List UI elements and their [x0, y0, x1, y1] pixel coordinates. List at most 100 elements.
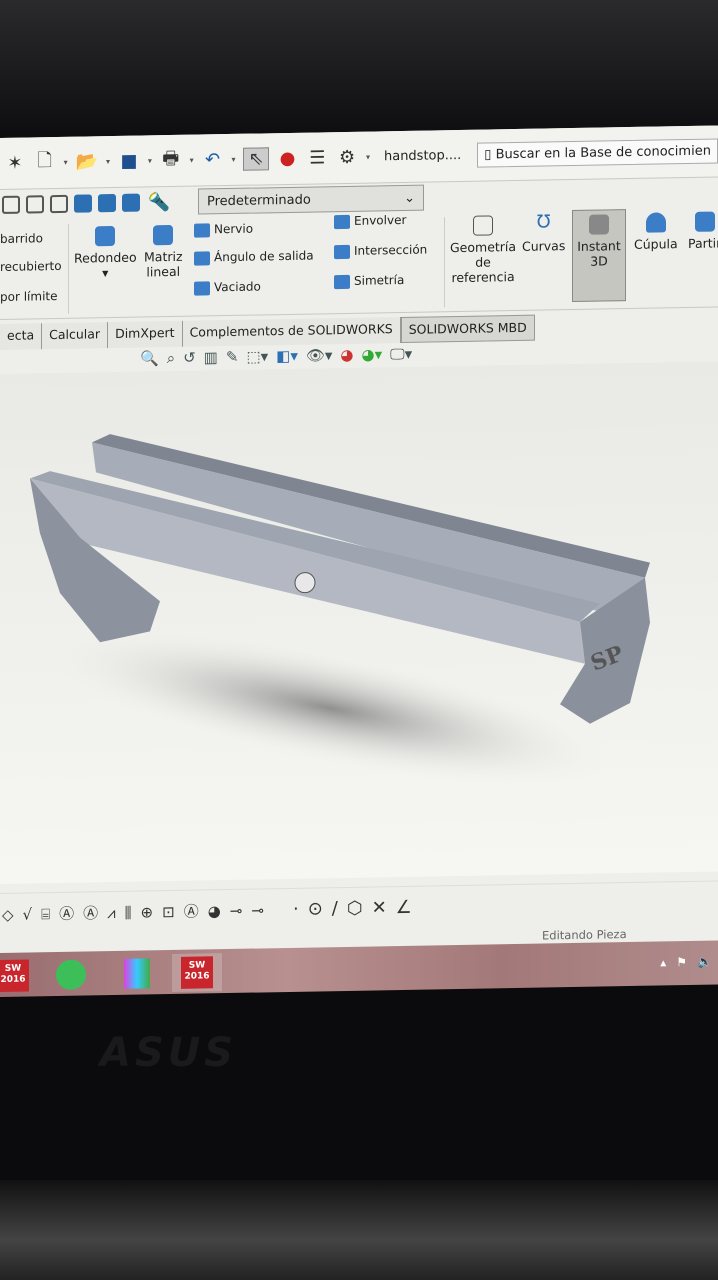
print-icon[interactable]: 🖶	[160, 145, 182, 175]
dropdown-arrow-icon[interactable]: ▾	[106, 157, 110, 166]
point-icon[interactable]: ·	[293, 899, 299, 920]
dynamic-annotation-icon[interactable]: ✎	[226, 348, 239, 366]
undo-icon[interactable]: ↶	[202, 149, 224, 170]
recubierto-button[interactable]: recubierto	[0, 259, 62, 274]
knowledge-base-search[interactable]: ▯ Buscar en la Base de conocimien	[477, 138, 718, 168]
dropdown-arrow-icon[interactable]: ▾	[231, 155, 235, 164]
linear-pattern-icon	[153, 224, 174, 246]
show-hidden-icons-chevron-icon[interactable]: ▴	[660, 955, 666, 969]
envolver-button[interactable]: Envolver	[334, 213, 406, 229]
partir-button[interactable]: Partir	[688, 211, 718, 251]
section-view-icon[interactable]: ▥	[204, 348, 218, 366]
dropdown-arrow-icon[interactable]: ▾	[190, 156, 194, 165]
line-icon[interactable]: ∕	[332, 898, 338, 919]
hidden-lines-visible-icon[interactable]	[26, 195, 44, 214]
pin-symbol-icon[interactable]: ⊸	[251, 901, 264, 919]
curves-icon: Ʊ	[536, 211, 551, 233]
note-icon[interactable]: Ⓐ	[59, 903, 74, 924]
weld-symbol-icon[interactable]: ⌸	[41, 905, 50, 923]
tab-complementos[interactable]: Complementos de SOLIDWORKS	[182, 317, 401, 347]
view-orientation-icon[interactable]: ⬚▾	[246, 347, 268, 365]
graphics-area[interactable]: SP	[0, 361, 718, 884]
wireframe-view-icon[interactable]	[2, 195, 20, 214]
open-folder-icon[interactable]: 📂	[76, 151, 98, 172]
zoom-to-area-icon[interactable]: ⌕	[167, 349, 175, 367]
display-style-icon[interactable]: ◧▾	[276, 347, 298, 365]
balloon-icon[interactable]: ⊡	[162, 902, 175, 920]
centerline-icon[interactable]: ⊸	[230, 901, 243, 919]
action-center-flag-icon[interactable]: ⚑	[676, 955, 687, 969]
simetria-button[interactable]: Simetría	[334, 273, 404, 289]
monitor-bezel-top	[0, 0, 718, 140]
dropdown-arrow-icon[interactable]: ▾	[64, 158, 68, 167]
configuration-value: Predeterminado	[207, 192, 311, 209]
referencia-label: referencia	[451, 269, 515, 286]
edit-appearance-icon[interactable]: ◕	[340, 346, 353, 364]
smart-dimension-icon[interactable]: ◇	[2, 905, 14, 923]
tab-solidworks-mbd[interactable]: SOLIDWORKS MBD	[400, 314, 535, 344]
interseccion-button[interactable]: Intersección	[334, 243, 427, 259]
handstop-3d-model[interactable]: SP	[0, 361, 718, 884]
pin-icon[interactable]: ✶	[4, 153, 26, 174]
solidworks-icon: SW 2016	[181, 956, 213, 989]
shaded-edges-icon[interactable]	[74, 194, 92, 213]
dropdown-arrow-icon[interactable]: ▾	[366, 153, 370, 162]
shell-icon	[194, 280, 210, 296]
previous-view-icon[interactable]: ↺	[183, 349, 196, 367]
vaciado-label: Vaciado	[214, 279, 261, 295]
tab-calcular[interactable]: Calcular	[42, 322, 109, 350]
system-tray: ▴ ⚑ 🔈	[660, 955, 712, 970]
file-properties-icon[interactable]: ☰	[306, 147, 328, 168]
save-icon[interactable]: ■	[118, 151, 140, 172]
features-ribbon: barrido recubierto por límite Redondeo ▾ …	[0, 207, 718, 320]
vaciado-button[interactable]: Vaciado	[194, 279, 261, 296]
view-settings-icon[interactable]: 🖵▾	[390, 345, 412, 363]
hatch-icon[interactable]: ⫼	[125, 903, 132, 921]
matriz-lineal-button[interactable]: Matriz lineal	[144, 224, 183, 280]
options-gear-icon[interactable]: ⚙	[336, 147, 358, 168]
rebuild-traffic-light-icon[interactable]: ●	[277, 148, 299, 169]
select-pointer-icon[interactable]: ⇖	[243, 147, 269, 171]
taskbar-solidworks-1[interactable]: SW 2016	[0, 956, 38, 995]
flashlight-icon[interactable]: 🔦	[146, 191, 172, 213]
annotation-a-icon[interactable]: Ⓐ	[184, 901, 199, 922]
split-icon	[694, 211, 715, 232]
center-mark-icon[interactable]: ◕	[208, 902, 221, 920]
taskbar-solidworks-2[interactable]: SW 2016	[172, 953, 222, 992]
geometric-tolerance-icon[interactable]: ⩘	[107, 903, 115, 921]
cupula-button[interactable]: Cúpula	[634, 212, 678, 252]
instant-3d-button[interactable]: Instant 3D	[572, 209, 626, 303]
curvas-button[interactable]: Ʊ Curvas	[522, 211, 565, 253]
redondeo-button[interactable]: Redondeo ▾	[74, 225, 137, 281]
shaded-icon[interactable]	[98, 193, 116, 213]
dropdown-arrow-icon[interactable]: ▾	[148, 156, 152, 165]
volume-icon[interactable]: 🔈	[697, 955, 712, 969]
surface-finish-icon[interactable]: √	[23, 905, 33, 923]
shadows-icon[interactable]	[122, 193, 140, 212]
nervio-button[interactable]: Nervio	[194, 222, 253, 238]
taskbar-app[interactable]	[112, 954, 162, 993]
datum-target-icon[interactable]: ⊕	[141, 903, 154, 921]
tab-directa[interactable]: ecta	[0, 323, 43, 350]
trim-icon[interactable]: ✕	[372, 897, 387, 918]
hide-show-items-icon[interactable]: 👁▾	[306, 346, 333, 364]
polygon-icon[interactable]: ⬡	[347, 898, 363, 919]
apply-scene-icon[interactable]: ◕▾	[362, 345, 383, 363]
configuration-dropdown[interactable]: Predeterminado ⌄	[198, 184, 424, 215]
cupula-label: Cúpula	[634, 236, 678, 252]
zoom-to-fit-icon[interactable]: 🔍	[140, 349, 159, 367]
angulo-de-salida-button[interactable]: Ángulo de salida	[194, 249, 314, 266]
circle-icon[interactable]: ⊙	[308, 898, 323, 919]
spotify-icon	[56, 959, 86, 991]
datum-feature-icon[interactable]: Ⓐ	[83, 902, 98, 923]
tab-dimxpert[interactable]: DimXpert	[108, 320, 183, 349]
dropdown-arrow-icon[interactable]: ▾	[102, 265, 108, 280]
taskbar-spotify[interactable]	[46, 955, 96, 994]
geometria-referencia-button[interactable]: Geometría de referencia	[450, 215, 516, 285]
por-limite-button[interactable]: por límite	[0, 289, 58, 304]
new-document-icon[interactable]: 🗋	[34, 148, 56, 178]
angle-icon[interactable]: ∠	[396, 897, 412, 918]
hidden-lines-removed-icon[interactable]	[50, 194, 68, 214]
barrido-button[interactable]: barrido	[0, 231, 43, 246]
windows-taskbar: SW 2016 SW 2016 ▴ ⚑ 🔈	[0, 940, 718, 997]
